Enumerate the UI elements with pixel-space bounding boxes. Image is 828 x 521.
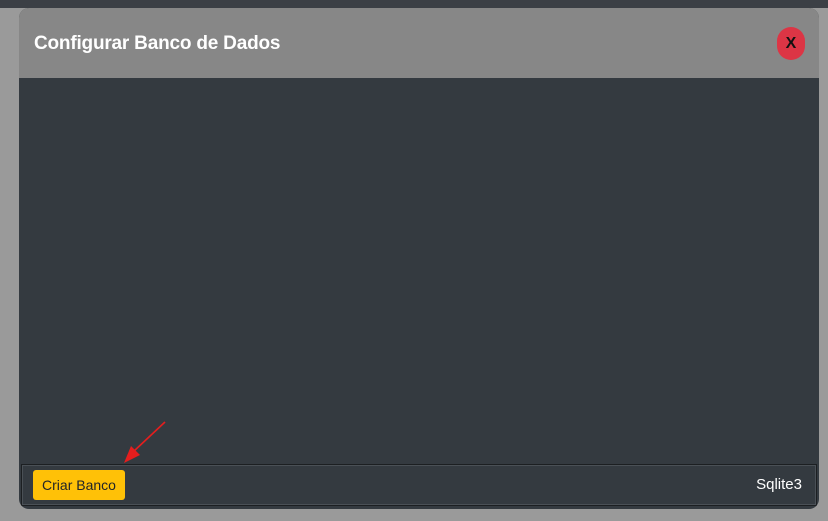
modal-body: [19, 78, 819, 463]
database-config-modal: Configurar Banco de Dados X Criar Banco …: [19, 8, 819, 509]
modal-title: Configurar Banco de Dados: [34, 33, 281, 54]
modal-footer: Criar Banco Sqlite3: [21, 464, 817, 506]
create-database-button[interactable]: Criar Banco: [33, 470, 125, 500]
modal-header: Configurar Banco de Dados X: [19, 8, 819, 78]
background-top-strip: [0, 0, 828, 8]
close-button[interactable]: X: [777, 27, 805, 60]
database-type-label: Sqlite3: [756, 476, 802, 493]
